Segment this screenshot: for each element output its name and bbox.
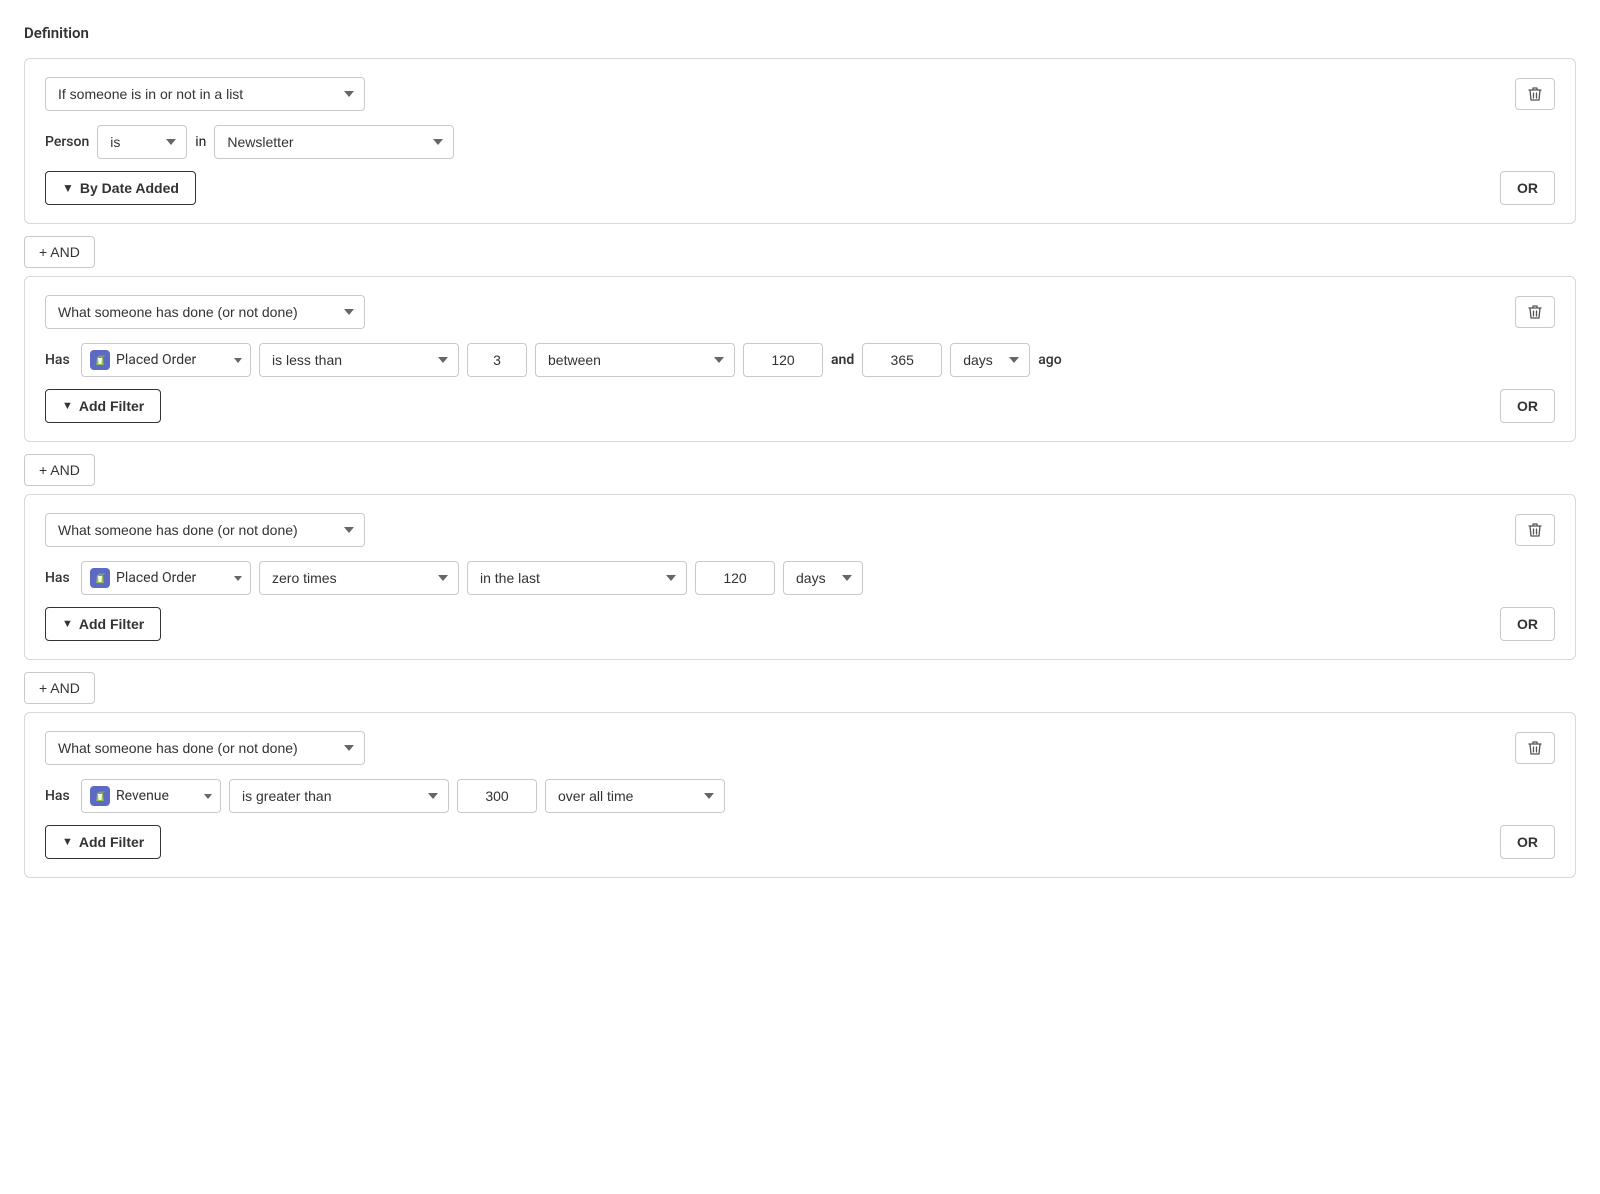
block4-main-select[interactable]: What someone has done (or not done) — [45, 731, 365, 765]
and-connector-1: + AND — [24, 236, 1576, 268]
chevron-down-icon-4 — [204, 794, 212, 799]
block4-add-filter-label: Add Filter — [79, 834, 144, 850]
filter-icon-4: ▼ — [62, 836, 73, 848]
block4-condition-select[interactable]: is greater than — [229, 779, 449, 813]
condition-block-4: What someone has done (or not done) Has … — [24, 712, 1576, 878]
block2-action-select-wrapper[interactable]: Placed Order — [81, 343, 251, 377]
block3-header: What someone has done (or not done) — [45, 513, 1555, 547]
trash-icon-4 — [1528, 740, 1542, 756]
block3-action-select-wrapper[interactable]: Placed Order — [81, 561, 251, 595]
and-connector-2: + AND — [24, 454, 1576, 486]
block4-add-filter-button[interactable]: ▼ Add Filter — [45, 825, 161, 859]
block2-add-filter-button[interactable]: ▼ Add Filter — [45, 389, 161, 423]
condition-block-3: What someone has done (or not done) Has … — [24, 494, 1576, 660]
block4-header: What someone has done (or not done) — [45, 731, 1555, 765]
block3-delete-button[interactable] — [1515, 514, 1555, 546]
block3-add-filter-label: Add Filter — [79, 616, 144, 632]
block2-or-button[interactable]: OR — [1500, 389, 1555, 423]
block4-action-select-wrapper[interactable]: Revenue — [81, 779, 221, 813]
block2-time-select[interactable]: between — [535, 343, 735, 377]
block2-delete-button[interactable] — [1515, 296, 1555, 328]
block1-is-select[interactable]: is — [97, 125, 187, 159]
trash-icon — [1528, 86, 1542, 102]
block2-header: What someone has done (or not done) — [45, 295, 1555, 329]
in-label: in — [195, 134, 206, 150]
page-title: Definition — [24, 24, 1576, 42]
block2-main-select[interactable]: What someone has done (or not done) — [45, 295, 365, 329]
block2-ago-label: ago — [1038, 352, 1061, 368]
block2-action-label: Placed Order — [116, 352, 228, 368]
block4-delete-button[interactable] — [1515, 732, 1555, 764]
block1-filter-row: ▼ By Date Added OR — [45, 171, 1555, 205]
block2-value-input[interactable] — [467, 343, 527, 377]
block2-has-row: Has Placed Order is less than between an… — [45, 343, 1555, 377]
block2-filter-row: ▼ Add Filter OR — [45, 389, 1555, 423]
block1-or-button[interactable]: OR — [1500, 171, 1555, 205]
filter-icon-2: ▼ — [62, 400, 73, 412]
block4-or-button[interactable]: OR — [1500, 825, 1555, 859]
block2-unit-select[interactable]: days — [950, 343, 1030, 377]
block3-condition-select[interactable]: zero times — [259, 561, 459, 595]
shopify-icon-4 — [90, 786, 110, 806]
chevron-down-icon-2 — [234, 358, 242, 363]
trash-icon-2 — [1528, 304, 1542, 320]
block3-add-filter-button[interactable]: ▼ Add Filter — [45, 607, 161, 641]
block4-filter-row: ▼ Add Filter OR — [45, 825, 1555, 859]
block1-main-select[interactable]: If someone is in or not in a list — [45, 77, 365, 111]
block3-has-row: Has Placed Order zero times in the last … — [45, 561, 1555, 595]
block3-has-label: Has — [45, 570, 73, 586]
block3-time-select[interactable]: in the last — [467, 561, 687, 595]
block3-or-button[interactable]: OR — [1500, 607, 1555, 641]
block2-has-label: Has — [45, 352, 73, 368]
and-connector-3: + AND — [24, 672, 1576, 704]
trash-icon-3 — [1528, 522, 1542, 538]
block4-has-label: Has — [45, 788, 73, 804]
and-button-1[interactable]: + AND — [24, 236, 95, 268]
block1-person-row: Person is in Newsletter — [45, 125, 1555, 159]
block4-time-select[interactable]: over all time — [545, 779, 725, 813]
by-date-label: By Date Added — [80, 180, 179, 196]
block3-filter-row: ▼ Add Filter OR — [45, 607, 1555, 641]
block3-action-label: Placed Order — [116, 570, 228, 586]
block1-delete-button[interactable] — [1515, 78, 1555, 110]
condition-block-2: What someone has done (or not done) Has … — [24, 276, 1576, 442]
shopify-icon-2 — [90, 350, 110, 370]
filter-icon-1: ▼ — [62, 181, 74, 195]
chevron-down-icon-3 — [234, 576, 242, 581]
block1-header: If someone is in or not in a list — [45, 77, 1555, 111]
block2-time-from-input[interactable] — [743, 343, 823, 377]
block3-unit-select[interactable]: days — [783, 561, 863, 595]
block2-add-filter-label: Add Filter — [79, 398, 144, 414]
block4-value-input[interactable] — [457, 779, 537, 813]
block2-condition-select[interactable]: is less than — [259, 343, 459, 377]
person-label: Person — [45, 134, 89, 150]
block1-by-date-button[interactable]: ▼ By Date Added — [45, 171, 196, 205]
condition-block-1: If someone is in or not in a list Person… — [24, 58, 1576, 224]
block4-action-label: Revenue — [116, 788, 198, 804]
block2-time-to-input[interactable] — [862, 343, 942, 377]
block4-has-row: Has Revenue is greater than over all tim… — [45, 779, 1555, 813]
and-button-2[interactable]: + AND — [24, 454, 95, 486]
block2-and-label: and — [831, 352, 854, 368]
block1-newsletter-select[interactable]: Newsletter — [214, 125, 454, 159]
filter-icon-3: ▼ — [62, 618, 73, 630]
and-button-3[interactable]: + AND — [24, 672, 95, 704]
shopify-icon-3 — [90, 568, 110, 588]
block3-time-value-input[interactable] — [695, 561, 775, 595]
block3-main-select[interactable]: What someone has done (or not done) — [45, 513, 365, 547]
